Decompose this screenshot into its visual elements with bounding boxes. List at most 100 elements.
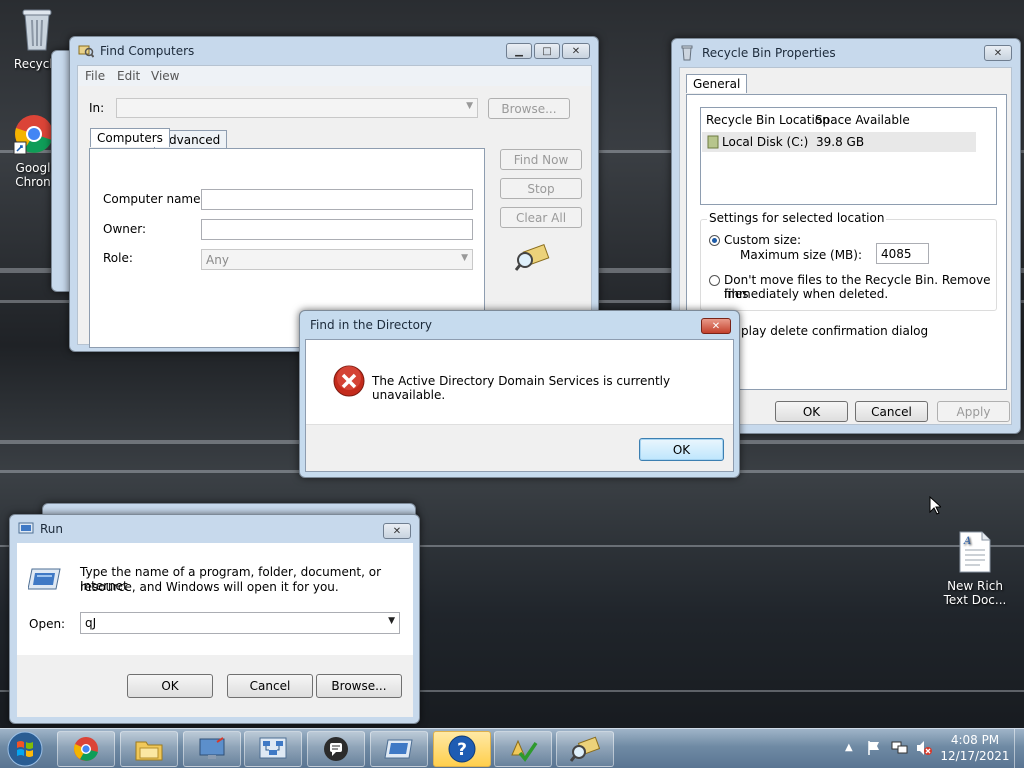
maximize-icon: □: [542, 45, 552, 57]
location-cell: Local Disk (C:): [722, 135, 809, 149]
minimize-button[interactable]: ▁: [506, 43, 532, 59]
window-title: Recycle Bin Properties: [702, 46, 836, 60]
role-value: Any: [206, 253, 229, 267]
taskbar-checklist[interactable]: [494, 731, 552, 767]
custom-size-radio[interactable]: [709, 235, 720, 246]
recycle-bin-icon: [680, 45, 696, 61]
error-dialog-body: The Active Directory Domain Services is …: [305, 339, 734, 472]
taskbar-help[interactable]: ?: [433, 731, 491, 767]
dont-move-radio[interactable]: [709, 275, 720, 286]
volume-muted-icon[interactable]: [915, 740, 933, 759]
remote-desktop-icon: [199, 737, 225, 759]
ok-label: OK: [161, 679, 179, 693]
taskbar-explorer[interactable]: [120, 731, 178, 767]
role-dropdown[interactable]: Any ▼: [201, 249, 473, 270]
run-program-icon: [27, 567, 62, 594]
show-desktop-button[interactable]: [1014, 729, 1024, 768]
chevron-down-icon[interactable]: ▼: [388, 616, 395, 626]
close-button[interactable]: ✕: [701, 318, 731, 334]
local-disk-icon: [707, 135, 719, 152]
cancel-button[interactable]: Cancel: [855, 401, 928, 422]
clear-all-button[interactable]: Clear All: [500, 207, 582, 228]
ok-button[interactable]: OK: [639, 438, 724, 461]
settings-group-label: Settings for selected location: [707, 211, 887, 225]
rich-text-document-icon: A: [940, 530, 1010, 577]
chevron-down-icon: ▼: [461, 253, 468, 263]
recycle-bin-icon: [2, 6, 72, 55]
taskbar-feedback[interactable]: [307, 731, 365, 767]
run-icon: [384, 739, 413, 759]
minimize-icon: ▁: [515, 45, 523, 57]
tab-label: General: [693, 77, 741, 91]
close-button[interactable]: ✕: [383, 523, 411, 539]
computer-name-input[interactable]: [201, 189, 473, 210]
windows-logo-icon: [7, 731, 43, 767]
title-bar[interactable]: Run: [10, 515, 419, 543]
chrome-icon: [74, 737, 98, 761]
ok-label: OK: [672, 442, 691, 457]
list-item[interactable]: Local Disk (C:) 39.8 GB: [702, 132, 976, 152]
taskbar-find[interactable]: [556, 731, 614, 767]
cancel-label: Cancel: [871, 404, 912, 419]
close-button[interactable]: ✕: [984, 45, 1012, 61]
start-button[interactable]: [5, 730, 45, 768]
feedback-icon: [324, 737, 348, 761]
title-bar[interactable]: Recycle Bin Properties: [672, 39, 1020, 67]
find-now-button[interactable]: Find Now: [500, 149, 582, 170]
tab-general[interactable]: General: [686, 74, 748, 93]
apply-button[interactable]: Apply: [937, 401, 1010, 422]
maximize-button[interactable]: □: [534, 43, 560, 59]
ok-button[interactable]: OK: [775, 401, 848, 422]
dont-move-label-line2: immediately when deleted.: [724, 287, 889, 301]
location-list[interactable]: Recycle Bin Location Space Available Loc…: [700, 107, 997, 205]
ok-button[interactable]: OK: [127, 674, 213, 698]
taskbar-chrome[interactable]: [57, 731, 115, 767]
custom-size-label: Custom size:: [724, 233, 802, 247]
close-button[interactable]: ✕: [562, 43, 590, 59]
title-bar[interactable]: Find in the Directory: [300, 311, 739, 339]
browse-button[interactable]: Browse...: [316, 674, 402, 698]
max-size-input[interactable]: 4085: [876, 243, 929, 264]
owner-input[interactable]: [201, 219, 473, 240]
clock[interactable]: 4:08 PM 12/17/2021: [940, 733, 1010, 763]
help-icon: ?: [448, 735, 476, 763]
taskbar-remote-desktop[interactable]: [183, 731, 241, 767]
cancel-label: Cancel: [249, 679, 291, 693]
menu-bar: File Edit View: [78, 66, 591, 86]
owner-label: Owner:: [103, 222, 147, 236]
in-dropdown[interactable]: ▼: [116, 98, 478, 118]
find-icon: [570, 736, 600, 762]
error-icon: [333, 365, 365, 400]
window-title: Run: [40, 522, 64, 536]
role-label: Role:: [103, 251, 133, 265]
close-icon: ✕: [392, 525, 402, 537]
desktop-icon-rich-text-doc[interactable]: A New Rich Text Doc...: [940, 530, 1010, 607]
clock-date: 12/17/2021: [940, 749, 1010, 763]
mouse-cursor-icon: [929, 495, 943, 518]
run-icon: [18, 521, 34, 537]
run-description-line2: resource, and Windows will open it for y…: [80, 580, 339, 594]
column-header-location[interactable]: Recycle Bin Location: [706, 113, 830, 127]
action-center-flag-icon[interactable]: [866, 740, 882, 759]
run-dialog-top: Type the name of a program, folder, docu…: [17, 543, 413, 655]
cancel-button[interactable]: Cancel: [227, 674, 313, 698]
chevron-down-icon: ▼: [466, 101, 473, 111]
stop-button[interactable]: Stop: [500, 178, 582, 199]
in-label: In:: [89, 101, 105, 115]
network-tray-icon[interactable]: [891, 740, 909, 759]
max-size-value: 4085: [881, 247, 912, 261]
column-header-space[interactable]: Space Available: [815, 113, 910, 127]
taskbar-network[interactable]: [244, 731, 302, 767]
menu-view[interactable]: View: [151, 69, 179, 83]
menu-edit[interactable]: Edit: [117, 69, 140, 83]
window-title: Find in the Directory: [310, 318, 432, 332]
error-dialog: Find in the Directory ✕ The Active Direc…: [299, 310, 740, 478]
error-message: The Active Directory Domain Services is …: [372, 374, 671, 402]
browse-button[interactable]: Browse...: [488, 98, 570, 119]
open-combobox[interactable]: qJ ▼: [80, 612, 400, 634]
show-hidden-icons-button[interactable]: ▲: [845, 742, 853, 753]
menu-file[interactable]: File: [85, 69, 105, 83]
taskbar-run[interactable]: [370, 731, 428, 767]
tab-computers[interactable]: Computers: [90, 128, 170, 147]
desktop-icon-label: New Rich: [947, 579, 1003, 593]
